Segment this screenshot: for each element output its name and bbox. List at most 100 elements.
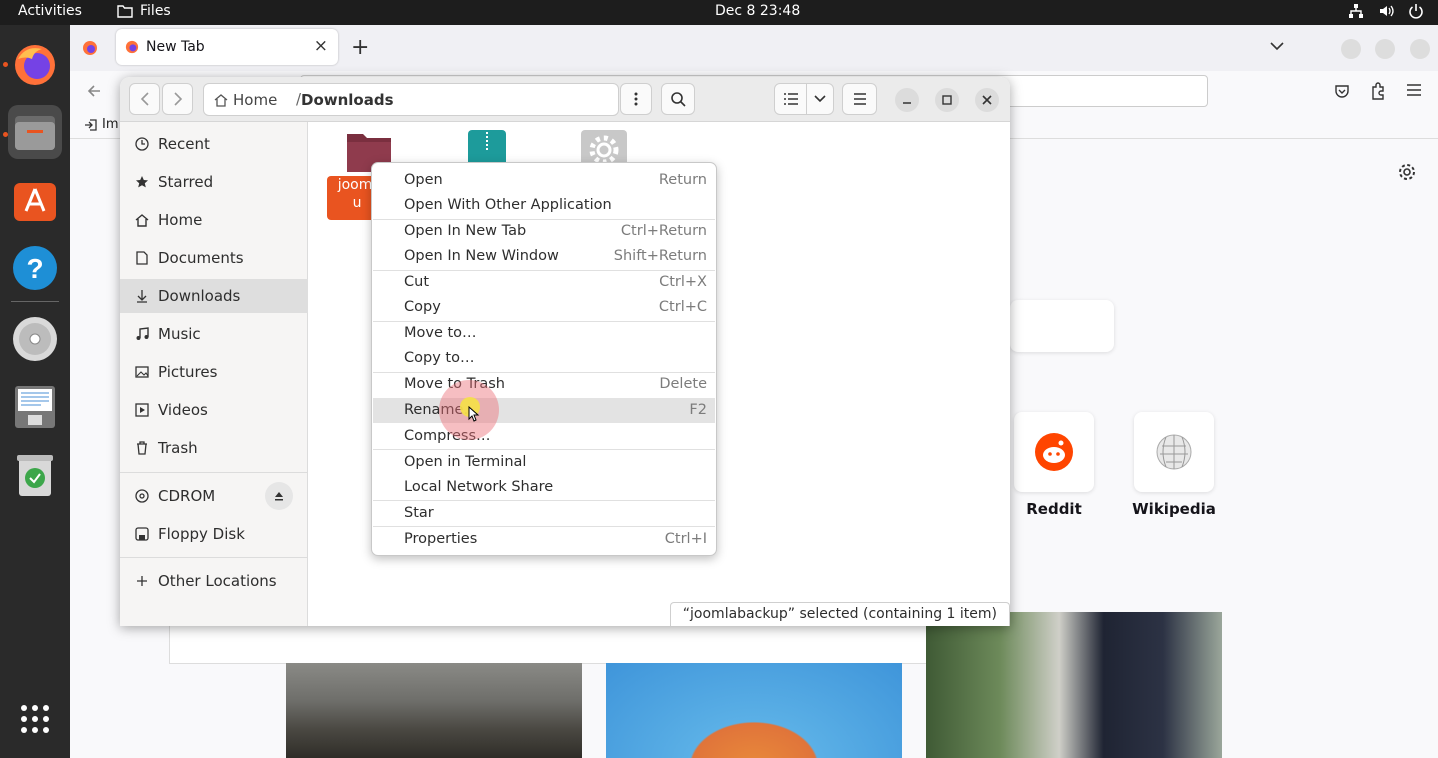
news-photo-person[interactable] <box>926 612 1222 758</box>
menu-item-open[interactable]: Open Return <box>373 168 715 193</box>
firefox-view-icon[interactable] <box>82 40 98 56</box>
activities-button[interactable]: Activities <box>18 3 82 19</box>
menu-item-label: Open <box>404 172 443 188</box>
sidebar-item-videos[interactable]: Videos <box>120 393 308 427</box>
eject-button[interactable] <box>265 482 293 510</box>
hamburger-menu-icon[interactable] <box>1406 83 1422 97</box>
dock-show-apps[interactable] <box>8 692 62 746</box>
sidebar-item-label: Floppy Disk <box>158 525 245 543</box>
menu-item-compress[interactable]: Compress… <box>373 424 715 449</box>
firefox-favicon-icon <box>125 40 139 54</box>
menu-item-local-network-share[interactable]: Local Network Share <box>373 475 715 500</box>
path-current-folder[interactable]: Downloads <box>301 91 394 109</box>
plus-icon <box>134 573 150 589</box>
import-bookmarks-link[interactable]: Im <box>102 117 119 132</box>
list-view-button[interactable] <box>774 83 807 115</box>
menu-item-label: Properties <box>404 531 478 547</box>
music-icon <box>134 326 150 342</box>
tab-title: New Tab <box>146 39 205 55</box>
menu-item-label: Copy <box>404 299 441 315</box>
sidebar-item-documents[interactable]: Documents <box>120 241 308 275</box>
sidebar-separator <box>120 472 308 473</box>
show-apps-icon <box>21 705 49 733</box>
menu-item-star[interactable]: Star <box>373 501 715 526</box>
dock-disc[interactable] <box>8 312 62 366</box>
sidebar-item-trash[interactable]: Trash <box>120 431 308 465</box>
sidebar-item-home[interactable]: Home <box>120 203 308 237</box>
menu-item-shortcut: Ctrl+I <box>664 531 707 547</box>
dock-firefox[interactable] <box>8 37 62 91</box>
menu-item-label: Star <box>404 505 434 521</box>
menu-item-move-to[interactable]: Move to… <box>373 321 715 346</box>
menu-item-move-to-trash[interactable]: Move to Trash Delete <box>373 372 715 397</box>
menu-item-cut[interactable]: Cut Ctrl+X <box>373 270 715 295</box>
menu-item-open-new-window[interactable]: Open In New Window Shift+Return <box>373 244 715 269</box>
new-tab-button[interactable]: + <box>351 35 369 60</box>
tab-new-tab[interactable]: New Tab × <box>116 29 338 65</box>
menu-item-shortcut: Delete <box>659 376 707 392</box>
dock-help[interactable]: ? <box>8 241 62 295</box>
news-photo-smoke[interactable] <box>286 663 582 758</box>
power-icon <box>1409 4 1423 19</box>
pocket-icon[interactable] <box>1334 83 1350 99</box>
maximize-button[interactable] <box>1375 39 1395 59</box>
sidebar-item-recent[interactable]: Recent <box>120 127 308 161</box>
menu-item-label: Copy to… <box>404 350 475 366</box>
sidebar-item-label: Music <box>158 325 201 343</box>
dock-text-editor[interactable] <box>8 380 62 434</box>
shortcut-reddit[interactable] <box>1014 412 1094 492</box>
menu-item-open-terminal[interactable]: Open in Terminal <box>373 450 715 475</box>
menu-item-rename[interactable]: Rename… F2 <box>373 398 715 423</box>
dock-software[interactable] <box>8 173 62 227</box>
extensions-icon[interactable] <box>1370 82 1386 100</box>
sidebar-item-other-locations[interactable]: Other Locations <box>120 564 308 598</box>
minimize-icon <box>903 102 911 104</box>
dock-files[interactable] <box>8 105 62 159</box>
app-menu-label: Files <box>140 3 171 19</box>
back-button[interactable] <box>129 83 160 115</box>
dock-trash[interactable] <box>8 448 62 502</box>
close-window-button[interactable] <box>1410 39 1430 59</box>
forward-button[interactable] <box>162 83 193 115</box>
view-options-button[interactable] <box>806 83 834 115</box>
files-header-bar: Home / Downloads <box>120 77 1010 122</box>
sidebar-item-starred[interactable]: Starred <box>120 165 308 199</box>
search-box-fragment[interactable] <box>1010 300 1114 352</box>
maximize-button[interactable] <box>935 88 959 112</box>
sidebar-item-cdrom[interactable]: CDROM <box>120 479 308 513</box>
folder-menu-button[interactable] <box>620 83 652 115</box>
menu-item-open-new-tab[interactable]: Open In New Tab Ctrl+Return <box>373 219 715 244</box>
sidebar-item-label: Starred <box>158 173 214 191</box>
shortcut-wikipedia[interactable] <box>1134 412 1214 492</box>
list-tabs-icon[interactable] <box>1270 41 1284 51</box>
news-photo-illustration[interactable] <box>606 663 902 758</box>
app-menu-files[interactable]: Files <box>117 3 171 19</box>
sidebar-item-pictures[interactable]: Pictures <box>120 355 308 389</box>
sidebar-item-music[interactable]: Music <box>120 317 308 351</box>
context-menu: Open Return Open With Other Application O… <box>371 162 717 556</box>
path-bar[interactable]: Home / Downloads <box>203 83 619 116</box>
clock[interactable]: Dec 8 23:48 <box>715 3 800 19</box>
back-arrow-icon[interactable] <box>86 83 102 99</box>
close-tab-icon[interactable]: × <box>314 36 328 56</box>
close-button[interactable] <box>975 88 999 112</box>
main-menu-button[interactable] <box>842 83 877 115</box>
sidebar-item-floppy-disk[interactable]: Floppy Disk <box>120 517 308 551</box>
minimize-button[interactable] <box>895 88 919 112</box>
shortcut-label: Wikipedia <box>1132 500 1216 518</box>
menu-item-copy-to[interactable]: Copy to… <box>373 346 715 371</box>
menu-item-open-with[interactable]: Open With Other Application <box>373 193 715 218</box>
minimize-button[interactable] <box>1341 39 1361 59</box>
menu-item-properties[interactable]: Properties Ctrl+I <box>373 527 715 552</box>
sidebar-item-downloads[interactable]: Downloads <box>120 279 308 313</box>
menu-item-copy[interactable]: Copy Ctrl+C <box>373 295 715 320</box>
trash-icon <box>134 440 150 456</box>
path-home-button[interactable]: Home <box>214 91 277 109</box>
menu-item-label: Cut <box>404 274 429 290</box>
network-icon <box>1349 4 1363 18</box>
settings-gear-icon[interactable] <box>1398 163 1416 181</box>
file-item-executable[interactable] <box>581 130 627 166</box>
system-tray[interactable] <box>1348 3 1424 19</box>
search-button[interactable] <box>661 83 695 115</box>
menu-item-label: Open With Other Application <box>404 197 612 213</box>
